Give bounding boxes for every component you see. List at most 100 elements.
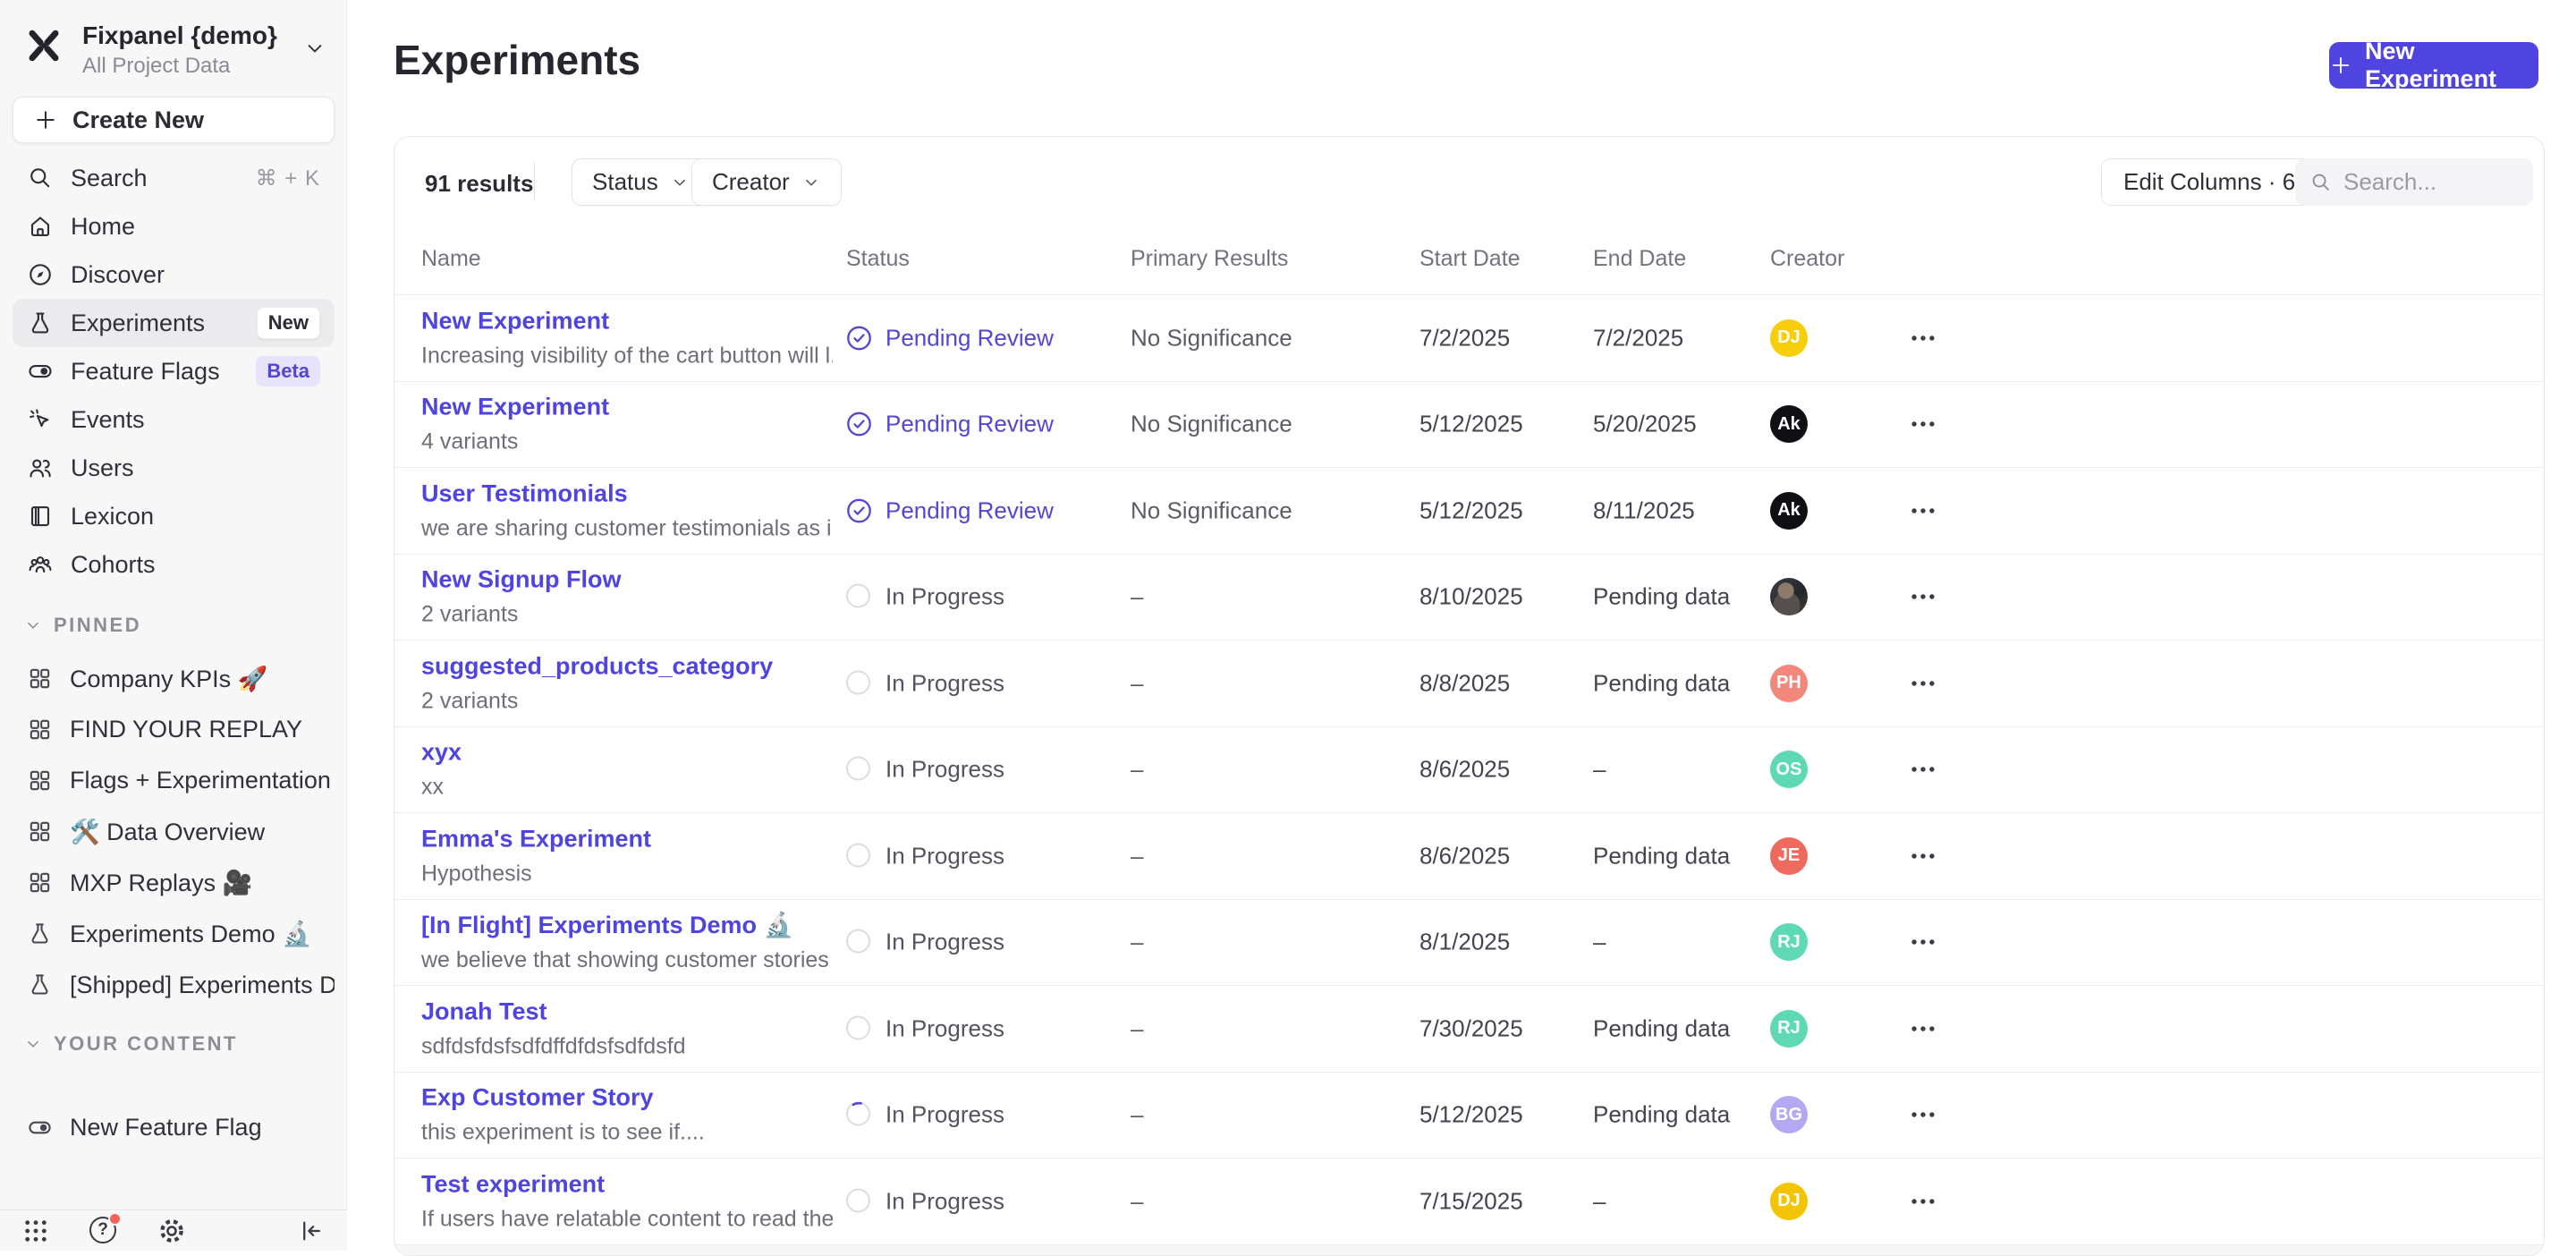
experiment-name-link[interactable]: Test experiment	[421, 1170, 833, 1198]
sidebar-item-lexicon[interactable]: Lexicon	[13, 492, 335, 540]
table-row[interactable]: User Testimonials we are sharing custome…	[394, 467, 2544, 554]
row-menu-button[interactable]	[1908, 409, 1938, 439]
create-new-button[interactable]: Create New	[13, 97, 335, 143]
edit-columns-button[interactable]: Edit Columns · 6	[2101, 158, 2318, 206]
experiment-name-link[interactable]: User Testimonials	[421, 479, 833, 507]
sidebar-pinned-item[interactable]: Company KPIs 🚀	[13, 653, 335, 704]
row-menu-button[interactable]	[1908, 668, 1938, 699]
settings-gear-icon[interactable]	[157, 1217, 186, 1245]
ellipsis-icon	[1908, 668, 1938, 699]
row-menu-button[interactable]	[1908, 927, 1938, 957]
experiment-description: 4 variants	[421, 429, 833, 455]
table-header-row: Name Status Primary Results Start Date E…	[394, 226, 2544, 294]
row-menu-button[interactable]	[1908, 1186, 1938, 1217]
experiment-name-link[interactable]: Emma's Experiment	[421, 825, 833, 853]
status-icon	[846, 757, 872, 783]
sidebar-pinned-item[interactable]: 🛠️ Data Overview	[13, 806, 335, 857]
table-row[interactable]: Jonah Test sdfdsfdsfsdfdffdfdsfsdfdsfd I…	[394, 985, 2544, 1072]
sidebar-pinned-item[interactable]: [Shipped] Experiments Demo 🖊️	[13, 959, 335, 1010]
chevron-down-icon	[801, 173, 821, 192]
experiment-name-link[interactable]: New Experiment	[421, 394, 833, 421]
end-date-value: 5/20/2025	[1593, 411, 1697, 438]
collapse-sidebar-icon[interactable]	[297, 1217, 326, 1245]
sidebar-pinned-item[interactable]: New Feature Flag	[13, 1102, 335, 1153]
experiment-description: If users have relatable content to read …	[421, 1206, 833, 1232]
sidebar-item-cohorts[interactable]: Cohorts	[13, 540, 335, 589]
creator-avatar: OS	[1770, 751, 1808, 788]
experiment-name-link[interactable]: New Signup Flow	[421, 566, 833, 594]
status-filter-dropdown[interactable]: Status	[572, 158, 710, 206]
sidebar-pinned-item[interactable]: FIND YOUR REPLAY	[13, 704, 335, 755]
row-menu-button[interactable]	[1908, 496, 1938, 526]
column-header-end: End Date	[1593, 246, 1686, 272]
pinned-item-label: Company KPIs 🚀	[70, 665, 267, 693]
table-search-input[interactable]	[2343, 168, 2519, 196]
sidebar-item-home[interactable]: Home	[13, 202, 335, 250]
sidebar-pinned-item[interactable]: Flags + Experimentation Demo ,	[13, 755, 335, 806]
search-icon	[27, 165, 54, 191]
pinned-item-label: [Shipped] Experiments Demo 🖊️	[70, 971, 335, 999]
sidebar-pinned-item[interactable]: Experiments Demo 🔬	[13, 908, 335, 959]
experiment-description: Increasing visibility of the cart button…	[421, 343, 833, 369]
sidebar-item-label: Home	[71, 213, 135, 241]
creator-avatar: RJ	[1770, 923, 1808, 961]
board-icon	[27, 768, 53, 793]
table-row[interactable]: New Signup Flow 2 variants In Progress –…	[394, 554, 2544, 641]
table-row[interactable]: suggested_products_category 2 variants I…	[394, 640, 2544, 726]
experiment-description: we believe that showing customer stories…	[421, 947, 833, 973]
experiment-name-link[interactable]: Jonah Test	[421, 997, 833, 1025]
table-row[interactable]: New Experiment Increasing visibility of …	[394, 294, 2544, 381]
experiment-name-link[interactable]: [In Flight] Experiments Demo 🔬	[421, 911, 833, 939]
new-badge: New	[257, 307, 320, 339]
sidebar-item-users[interactable]: Users	[13, 444, 335, 492]
row-menu-button[interactable]	[1908, 841, 1938, 871]
new-experiment-button[interactable]: New Experiment	[2329, 42, 2538, 89]
row-menu-button[interactable]	[1908, 323, 1938, 353]
table-row[interactable]: New Experiment 4 variants Pending Review…	[394, 381, 2544, 468]
experiment-name-link[interactable]: Exp Customer Story	[421, 1084, 833, 1112]
start-date-value: 8/6/2025	[1419, 842, 1510, 870]
fixpanel-logo-icon	[23, 25, 64, 66]
ellipsis-icon	[1908, 1099, 1938, 1130]
column-header-creator: Creator	[1770, 246, 1844, 272]
experiment-description: this experiment is to see if....	[421, 1120, 833, 1146]
flask-icon	[27, 310, 54, 336]
workspace-switcher[interactable]: Fixpanel {demo} All Project Data	[23, 20, 327, 77]
row-menu-button[interactable]	[1908, 1014, 1938, 1044]
chevron-down-icon	[302, 36, 327, 61]
creator-filter-dropdown[interactable]: Creator	[691, 158, 842, 206]
sidebar-item-feature-flags[interactable]: Feature Flags Beta	[13, 347, 335, 395]
home-icon	[27, 213, 54, 240]
status-label: In Progress	[886, 1014, 1004, 1042]
section-header-pinned[interactable]: PINNED	[23, 614, 141, 637]
sidebar-pinned-item[interactable]: MXP Replays 🎥	[13, 857, 335, 908]
row-menu-button[interactable]	[1908, 754, 1938, 785]
sidebar-item-experiments[interactable]: Experiments New	[13, 299, 335, 347]
status-icon	[846, 670, 872, 696]
table-row[interactable]: xyx xx In Progress – 8/6/2025 – OS	[394, 726, 2544, 813]
primary-results-value: No Significance	[1131, 496, 1292, 524]
sidebar-item-events[interactable]: Events	[13, 395, 335, 444]
status-icon	[846, 497, 872, 523]
status-icon	[846, 1015, 872, 1041]
experiment-name-link[interactable]: suggested_products_category	[421, 652, 833, 680]
section-header-your-content[interactable]: YOUR CONTENT	[23, 1032, 238, 1056]
toolbar-divider	[534, 162, 535, 201]
start-date-value: 8/8/2025	[1419, 669, 1510, 697]
experiment-name-link[interactable]: New Experiment	[421, 307, 833, 335]
experiment-name-link[interactable]: xyx	[421, 739, 833, 767]
compass-icon	[27, 261, 54, 288]
sidebar-item-discover[interactable]: Discover	[13, 250, 335, 299]
apps-grid-icon[interactable]	[21, 1217, 50, 1245]
table-row[interactable]: [In Flight] Experiments Demo 🔬 we believ…	[394, 899, 2544, 986]
primary-results-value: –	[1131, 929, 1143, 956]
table-row[interactable]: Test experiment If users have relatable …	[394, 1158, 2544, 1244]
search-icon	[2309, 171, 2333, 194]
table-row[interactable]: Emma's Experiment Hypothesis In Progress…	[394, 812, 2544, 899]
new-experiment-label: New Experiment	[2365, 38, 2538, 93]
row-menu-button[interactable]	[1908, 581, 1938, 612]
help-icon[interactable]: ?	[89, 1217, 118, 1245]
table-row[interactable]: Exp Customer Story this experiment is to…	[394, 1072, 2544, 1158]
sidebar-item-search[interactable]: Search ⌘ + K	[13, 154, 335, 202]
row-menu-button[interactable]	[1908, 1099, 1938, 1130]
